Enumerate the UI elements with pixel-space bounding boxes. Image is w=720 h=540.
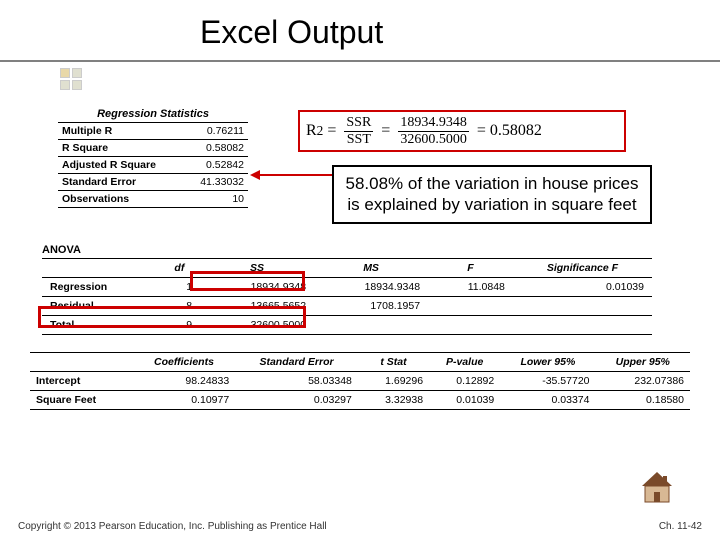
- coefficients-table: Coefficients Standard Error t Stat P-val…: [30, 352, 690, 410]
- fraction-ssr-sst: SSRSST: [344, 115, 373, 147]
- r-squared-formula: R2 = SSRSST = 18934.934832600.5000 = 0.5…: [298, 110, 626, 152]
- table-row: Residual813665.56521708.1957: [42, 297, 652, 316]
- table-row: Observations10: [58, 191, 248, 208]
- house-icon: [632, 466, 682, 506]
- footer-page: Ch. 11-42: [659, 521, 702, 532]
- decorative-squares-icon: [60, 68, 88, 96]
- anova-table: df SS MS F Significance F Regression1189…: [42, 258, 652, 335]
- table-row: Multiple R0.76211: [58, 123, 248, 140]
- formula-result: 0.58082: [490, 122, 542, 140]
- fraction-values: 18934.934832600.5000: [398, 115, 469, 147]
- regression-statistics-table: Regression Statistics Multiple R0.76211 …: [58, 108, 248, 208]
- table-row: Regression118934.934818934.934811.08480.…: [42, 278, 652, 297]
- table-row: Adjusted R Square0.52842: [58, 157, 248, 174]
- footer-copyright: Copyright © 2013 Pearson Education, Inc.…: [18, 521, 327, 532]
- explanation-callout: 58.08% of the variation in house prices …: [332, 165, 652, 224]
- table-row: Square Feet0.109770.032973.329380.010390…: [30, 391, 690, 410]
- regression-statistics-caption: Regression Statistics: [58, 108, 248, 123]
- anova-heading: ANOVA: [42, 244, 81, 256]
- table-row: Total932600.5000: [42, 316, 652, 335]
- arrow-icon: [252, 174, 332, 176]
- table-row: R Square0.58082: [58, 140, 248, 157]
- table-row: Intercept98.2483358.033481.692960.12892-…: [30, 372, 690, 391]
- table-row: Standard Error41.33032: [58, 174, 248, 191]
- page-title: Excel Output: [200, 14, 383, 51]
- title-bar: Excel Output: [0, 0, 720, 62]
- formula-lhs: R: [306, 122, 317, 140]
